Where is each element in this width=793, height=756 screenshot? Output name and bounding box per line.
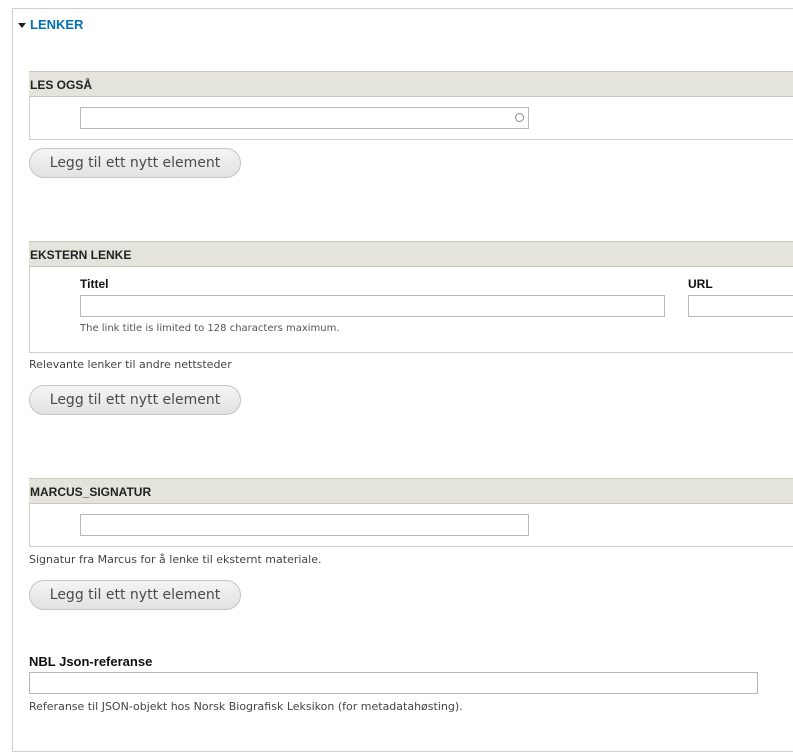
url-label: URL — [688, 277, 713, 291]
field-marcus-signatur-header: MARCUS_SIGNATUR — [29, 478, 793, 504]
les-ogsa-add-button[interactable]: Legg til ett nytt element — [29, 148, 241, 178]
field-marcus-signatur-row — [29, 504, 793, 547]
marcus-signatur-description: Signatur fra Marcus for å lenke til ekst… — [29, 553, 322, 566]
url-field[interactable] — [688, 295, 793, 317]
autocomplete-throbber-icon — [515, 113, 524, 122]
les-ogsa-input[interactable] — [81, 109, 528, 129]
nbl-json-label: NBL Json-referanse — [29, 654, 153, 669]
fieldset-legend-label: LENKER — [30, 17, 84, 32]
ekstern-lenke-add-button[interactable]: Legg til ett nytt element — [29, 385, 241, 415]
tittel-help-text: The link title is limited to 128 charact… — [80, 323, 340, 334]
les-ogsa-autocomplete[interactable] — [80, 107, 529, 129]
collapse-triangle-icon — [18, 22, 26, 28]
field-les-ogsa: LES OGSÅ — [29, 71, 793, 140]
url-input[interactable] — [689, 297, 793, 317]
marcus-signatur-add-button[interactable]: Legg til ett nytt element — [29, 580, 241, 610]
ekstern-lenke-description: Relevante lenker til andre nettsteder — [29, 358, 232, 371]
marcus-signatur-field[interactable] — [80, 514, 529, 536]
field-ekstern-lenke: EKSTERN LENKE Tittel URL The link title … — [29, 241, 793, 353]
nbl-json-input[interactable] — [30, 674, 757, 694]
fieldset-legend-lenker[interactable]: LENKER — [18, 17, 83, 32]
nbl-json-field[interactable] — [29, 672, 758, 694]
field-ekstern-lenke-header: EKSTERN LENKE — [29, 241, 793, 267]
marcus-signatur-input[interactable] — [81, 516, 528, 536]
tittel-label: Tittel — [80, 277, 109, 291]
field-les-ogsa-header: LES OGSÅ — [29, 71, 793, 97]
tittel-field[interactable] — [80, 295, 665, 317]
field-les-ogsa-row — [29, 97, 793, 140]
nbl-json-description: Referanse til JSON-objekt hos Norsk Biog… — [29, 700, 463, 713]
tittel-input[interactable] — [81, 297, 664, 317]
field-ekstern-lenke-row: Tittel URL The link title is limited to … — [29, 267, 793, 353]
field-marcus-signatur: MARCUS_SIGNATUR — [29, 478, 793, 547]
